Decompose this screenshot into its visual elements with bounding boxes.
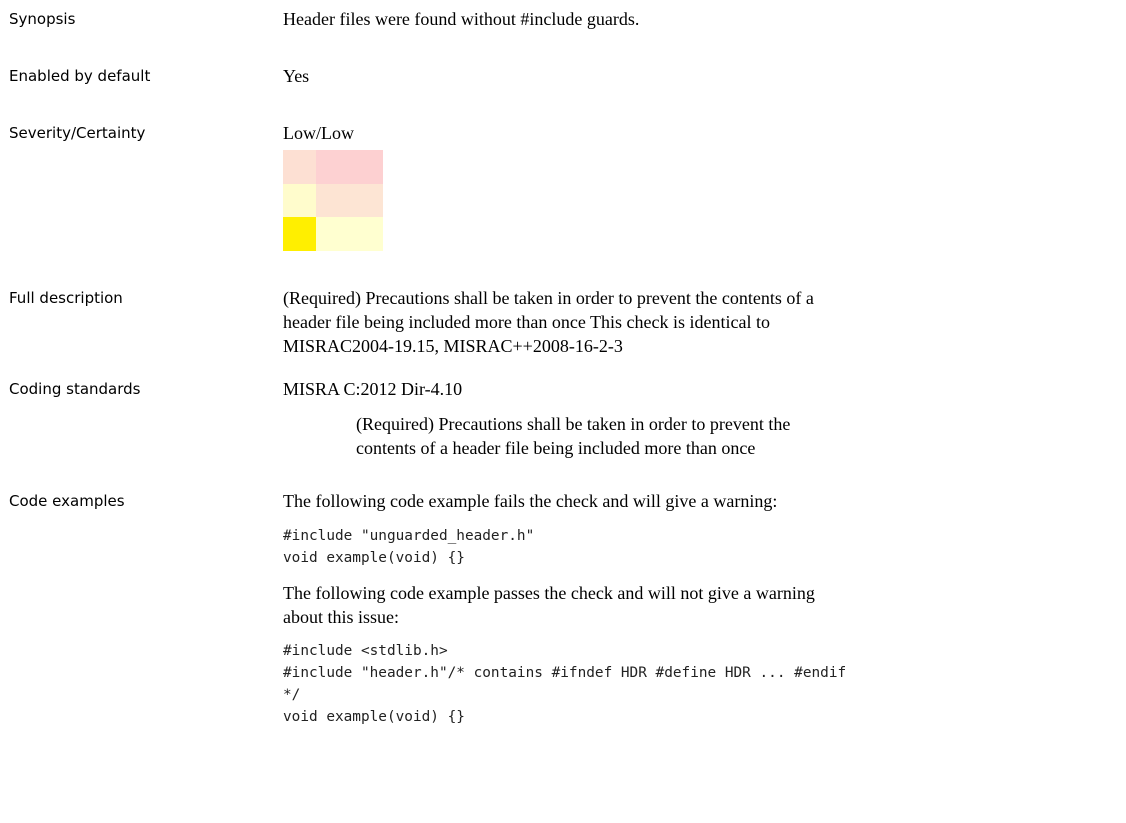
synopsis-value: Header files were found without #include… <box>283 9 640 29</box>
full-description-label: Full description <box>9 289 123 307</box>
matrix-cell <box>283 184 316 217</box>
coding-standard-name: MISRA C:2012 Dir-4.10 <box>283 379 463 399</box>
severity-certainty-matrix <box>283 150 383 251</box>
coding-standards-label: Coding standards <box>9 380 141 398</box>
matrix-cell <box>350 150 383 184</box>
full-description-value: (Required) Precautions shall be taken in… <box>283 288 814 356</box>
code-examples-label: Code examples <box>9 492 125 510</box>
enabled-value: Yes <box>283 66 310 86</box>
matrix-cell <box>316 217 350 251</box>
pass-example-intro: The following code example passes the ch… <box>283 583 815 627</box>
synopsis-label: Synopsis <box>9 10 76 28</box>
matrix-cell <box>283 150 316 184</box>
matrix-cell <box>283 217 316 251</box>
matrix-cell <box>316 184 350 217</box>
fail-example-intro: The following code example fails the che… <box>283 491 778 511</box>
pass-code-block: #include <stdlib.h> #include "header.h"/… <box>283 643 847 725</box>
matrix-cell <box>350 184 383 217</box>
coding-standard-description: (Required) Precautions shall be taken in… <box>356 414 791 458</box>
severity-value: Low/Low <box>283 123 354 143</box>
matrix-cell <box>316 150 350 184</box>
enabled-label: Enabled by default <box>9 67 151 85</box>
fail-code-block: #include "unguarded_header.h" void examp… <box>283 528 535 566</box>
matrix-cell <box>350 217 383 251</box>
severity-label: Severity/Certainty <box>9 124 146 142</box>
